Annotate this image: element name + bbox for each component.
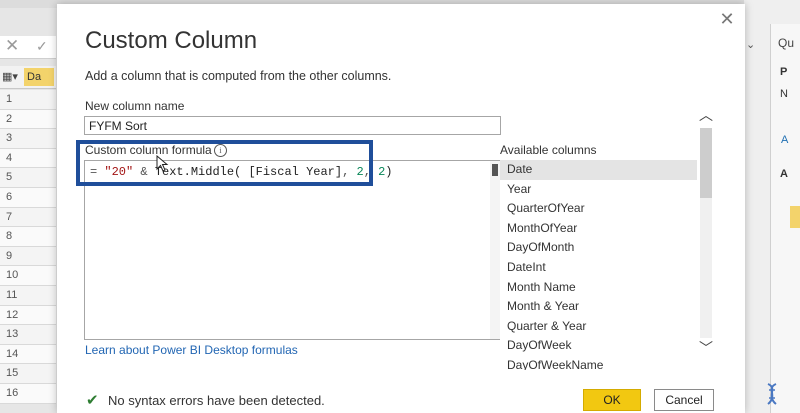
row-number: 11 <box>0 285 56 306</box>
available-column-item[interactable]: DateInt <box>500 258 697 278</box>
column-header-chip[interactable]: Da <box>24 68 54 86</box>
available-column-item[interactable]: Month & Year <box>500 297 697 317</box>
dialog-title: Custom Column <box>85 27 258 54</box>
name-field-label: N <box>780 88 788 100</box>
columns-scrollbar-thumb[interactable] <box>700 128 712 198</box>
available-column-item[interactable]: DayOfMonth <box>500 238 697 258</box>
formula-highlight-box <box>76 140 373 186</box>
row-number: 2 <box>0 109 56 130</box>
row-number: 3 <box>0 129 56 149</box>
available-column-item[interactable]: Year <box>500 180 697 200</box>
available-column-item[interactable]: Date <box>500 160 697 180</box>
dialog-subtitle: Add a column that is computed from the o… <box>85 69 392 83</box>
ok-button[interactable]: OK <box>583 389 641 411</box>
row-number: 5 <box>0 168 56 188</box>
formula-scrollbar[interactable] <box>490 161 500 339</box>
formula-editor[interactable] <box>84 160 502 340</box>
enterprise-dna-logo-icon <box>767 383 777 405</box>
applied-step-selected[interactable] <box>790 206 800 228</box>
mouse-cursor-icon <box>156 155 169 172</box>
available-columns-label: Available columns <box>500 143 597 157</box>
chevron-up-icon[interactable]: ︿ <box>697 106 715 124</box>
expand-dropdown-icon[interactable]: ⌄ <box>746 38 755 51</box>
close-icon[interactable]: ✕ <box>718 10 736 28</box>
row-number-list: 1 2 3 4 5 6 7 8 9 10 11 12 13 14 15 16 <box>0 90 56 404</box>
formula-scrollbar-thumb[interactable] <box>492 164 498 176</box>
query-settings-title: Qu <box>778 36 795 50</box>
row-number: 10 <box>0 266 56 286</box>
row-number: 1 <box>0 90 56 110</box>
chevron-down-icon[interactable]: ﹀ <box>697 339 715 357</box>
row-number: 4 <box>0 148 56 169</box>
formula-close-paren: ) <box>385 165 393 179</box>
commit-formula-icon[interactable]: ✓ <box>36 38 48 55</box>
row-number: 12 <box>0 305 56 326</box>
row-number: 14 <box>0 344 56 365</box>
syntax-status-text: No syntax errors have been detected. <box>108 393 325 408</box>
row-number: 15 <box>0 364 56 384</box>
available-columns-list[interactable]: Date Year QuarterOfYear MonthOfYear DayOfMon… <box>500 160 697 370</box>
all-properties-link[interactable]: A <box>781 134 788 146</box>
learn-formulas-link[interactable]: Learn about Power BI Desktop formulas <box>85 343 298 357</box>
row-number: 7 <box>0 207 56 228</box>
cancel-formula-icon[interactable]: ✕ <box>5 36 19 56</box>
row-number: 16 <box>0 383 56 404</box>
row-number: 9 <box>0 246 56 267</box>
applied-steps-label: A <box>780 168 788 180</box>
new-column-name-input[interactable] <box>84 116 501 135</box>
properties-section-label: P <box>780 66 788 78</box>
row-number: 6 <box>0 187 56 208</box>
table-menu-icon[interactable]: ▦▾ <box>2 70 18 83</box>
cancel-button[interactable]: Cancel <box>654 389 714 411</box>
available-column-item[interactable]: QuarterOfYear <box>500 199 697 219</box>
row-number: 13 <box>0 325 56 345</box>
checkmark-icon: ✔ <box>86 392 99 409</box>
new-column-name-label: New column name <box>85 99 185 113</box>
row-number: 8 <box>0 227 56 247</box>
available-column-item[interactable]: DayOfWeek <box>500 336 697 356</box>
available-column-item[interactable]: DayOfWeekName <box>500 356 697 370</box>
available-column-item[interactable]: Quarter & Year <box>500 317 697 337</box>
available-column-item[interactable]: MonthOfYear <box>500 219 697 239</box>
available-column-item[interactable]: Month Name <box>500 278 697 298</box>
